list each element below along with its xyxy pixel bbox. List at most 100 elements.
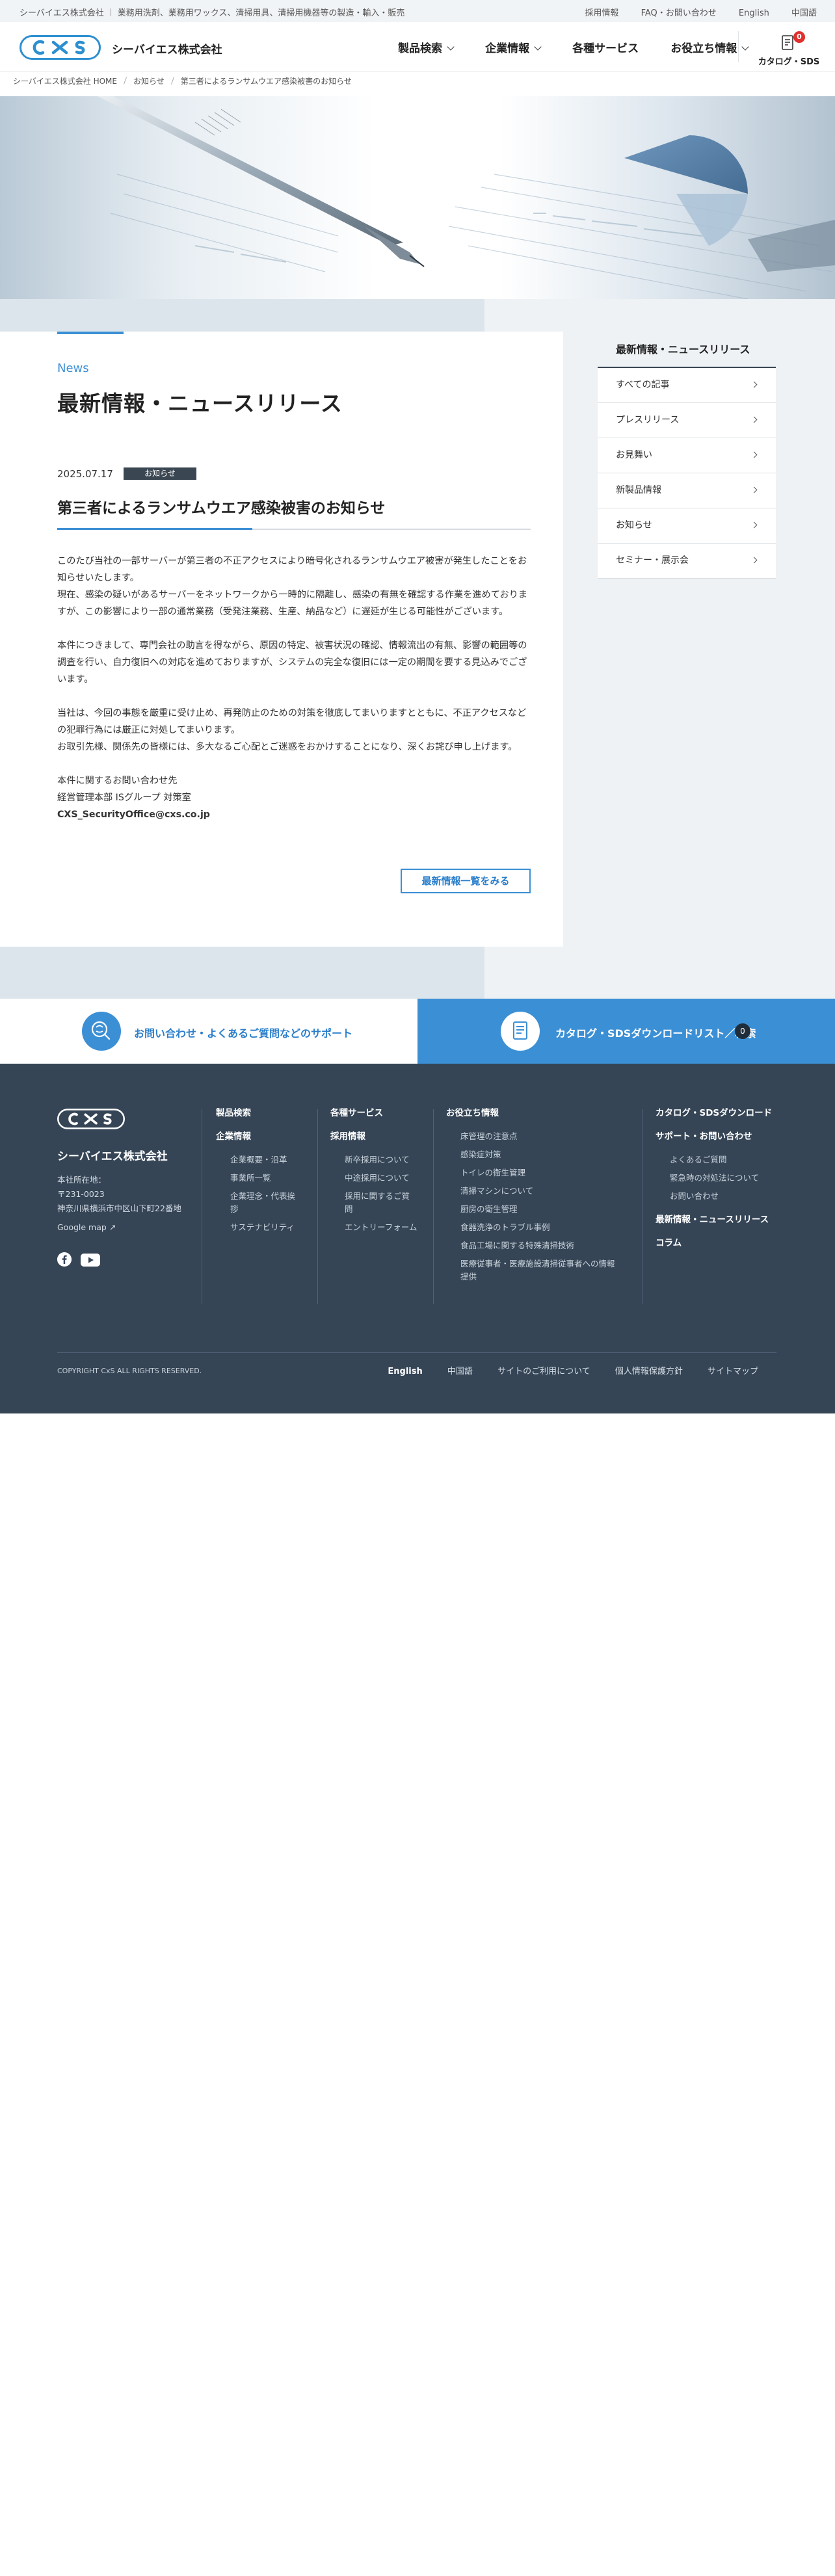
footer-link-sitemap[interactable]: サイトマップ xyxy=(708,1367,758,1376)
sidebar-item-press[interactable]: プレスリリース xyxy=(598,403,776,438)
catalog-download-link[interactable]: カタログ・SDSダウンロードリスト／検索 0 xyxy=(418,999,835,1064)
footer-sublink[interactable]: 感染症対策 xyxy=(446,1148,635,1161)
article-paragraph: お取引先様、関係先の皆様には、多大なるご心配とご迷惑をおかけすることになり、深く… xyxy=(57,742,518,752)
sidebar-item-label: セミナー・展示会 xyxy=(616,555,689,566)
support-label: お問い合わせ・よくあるご質問などのサポート xyxy=(134,1027,353,1040)
support-strip: お問い合わせ・よくあるご質問などのサポート カタログ・SDSダウンロードリスト／… xyxy=(0,999,835,1064)
breadcrumb-news[interactable]: お知らせ xyxy=(133,77,165,86)
nav-useful-info-label: お役立ち情報 xyxy=(670,42,737,55)
facebook-icon[interactable] xyxy=(57,1252,72,1267)
contact-email[interactable]: CXS_SecurityOffice@cxs.co.jp xyxy=(57,806,532,823)
footer-sublink[interactable]: 清掃マシンについて xyxy=(446,1185,635,1198)
breadcrumb-home[interactable]: シーバイエス株式会社 HOME xyxy=(13,77,117,86)
chevron-right-icon xyxy=(750,557,758,564)
footer-col-services: 各種サービス 採用情報 新卒採用について 中途採用について 採用に関するご質問 … xyxy=(330,1107,417,1239)
sidebar-item-label: プレスリリース xyxy=(616,415,680,425)
footer-link-services[interactable]: 各種サービス xyxy=(330,1107,417,1120)
google-map-label: Google map xyxy=(57,1222,107,1232)
footer-link-company[interactable]: 企業情報 xyxy=(216,1130,302,1143)
cxs-logo[interactable] xyxy=(20,35,101,60)
footer-link-english[interactable]: English xyxy=(388,1367,422,1376)
site-footer: シーバイエス株式会社 本社所在地： 〒231-0023 神奈川県横浜市中区山下町… xyxy=(0,1064,835,1413)
footer-sublink[interactable]: 緊急時の対処法について xyxy=(656,1172,761,1185)
footer-link-useful[interactable]: お役立ち情報 xyxy=(446,1107,635,1120)
utility-link-faq[interactable]: FAQ・お問い合わせ xyxy=(641,8,717,18)
chevron-right-icon xyxy=(750,381,758,388)
footer-col-products: 製品検索 企業情報 企業概要・沿革 事業所一覧 企業理念・代表挨拶 サステナビリ… xyxy=(216,1107,302,1239)
footer-sublink[interactable]: 厨房の衛生管理 xyxy=(446,1203,635,1216)
sidebar-item-seminars[interactable]: セミナー・展示会 xyxy=(598,544,776,579)
utility-link-english[interactable]: English xyxy=(739,8,769,18)
breadcrumb-separator xyxy=(123,77,127,85)
band-left xyxy=(0,299,484,332)
nav-services-label: 各種サービス xyxy=(572,42,639,55)
footer-cxs-logo[interactable] xyxy=(57,1108,125,1130)
footer-link-product-search[interactable]: 製品検索 xyxy=(216,1107,302,1120)
footer-divider xyxy=(317,1109,318,1304)
youtube-icon[interactable] xyxy=(81,1254,100,1267)
footer-link-catalog[interactable]: カタログ・SDSダウンロード xyxy=(656,1107,773,1120)
sidebar-item-label: お見舞い xyxy=(616,450,652,460)
utility-tagline: 業務用洗剤、業務用ワックス、清掃用具、清掃用機器等の製造・輸入・販売 xyxy=(117,8,405,18)
post-category-badge[interactable]: お知らせ xyxy=(124,467,196,480)
footer-sublink[interactable]: よくあるご質問 xyxy=(656,1153,773,1166)
sidebar-item-sympathy[interactable]: お見舞い xyxy=(598,438,776,473)
footer-sublink[interactable]: 中途採用について xyxy=(330,1172,417,1185)
footer-sublink[interactable]: 床管理の注意点 xyxy=(446,1130,635,1143)
footer-sublink[interactable]: 食品工場に関する特殊清掃技術 xyxy=(446,1239,635,1252)
footer-link-chinese[interactable]: 中国語 xyxy=(447,1367,473,1376)
band-bottom-left xyxy=(0,947,484,999)
nav-product-search[interactable]: 製品検索 xyxy=(398,39,455,55)
footer-sublink[interactable]: 企業概要・沿革 xyxy=(216,1153,302,1166)
section-eyebrow: News xyxy=(57,361,89,375)
footer-sublink[interactable]: 採用に関するご質問 xyxy=(330,1190,416,1216)
nav-useful-info[interactable]: お役立ち情報 xyxy=(670,39,749,55)
footer-sublink[interactable]: お問い合わせ xyxy=(656,1190,773,1203)
hero-image xyxy=(0,96,835,299)
catalog-document-icon xyxy=(501,1012,540,1051)
site-header: シーバイエス株式会社 製品検索 企業情報 各種サービス お役立ち情報 0 カタロ… xyxy=(0,22,835,72)
utility-left: シーバイエス株式会社 業務用洗剤、業務用ワックス、清掃用具、清掃用機器等の製造・輸… xyxy=(20,6,404,18)
footer-col-support: カタログ・SDSダウンロード サポート・お問い合わせ よくあるご質問 緊急時の対… xyxy=(656,1107,773,1260)
nav-divider xyxy=(738,31,739,62)
support-link[interactable]: お問い合わせ・よくあるご質問などのサポート xyxy=(0,999,418,1064)
footer-sublink[interactable]: 事業所一覧 xyxy=(216,1172,302,1185)
breadcrumb: シーバイエス株式会社 HOME お知らせ 第三者によるランサムウエア感染被害のお知ら… xyxy=(13,75,352,86)
footer-link-support[interactable]: サポート・お問い合わせ xyxy=(656,1130,773,1143)
chevron-down-icon xyxy=(447,43,455,51)
chevron-right-icon xyxy=(750,416,758,423)
contact-heading: 本件に関するお問い合わせ先 xyxy=(57,776,178,786)
chevron-down-icon xyxy=(534,43,542,51)
footer-link-column[interactable]: コラム xyxy=(656,1237,773,1250)
footer-sublink[interactable]: エントリーフォーム xyxy=(330,1221,417,1234)
footer-col-useful: お役立ち情報 床管理の注意点 感染症対策 トイレの衛生管理 清掃マシンについて … xyxy=(446,1107,635,1289)
nav-company-info-label: 企業情報 xyxy=(485,42,530,55)
footer-link-news[interactable]: 最新情報・ニュースリリース xyxy=(656,1213,773,1226)
sidebar-item-notices[interactable]: お知らせ xyxy=(598,508,776,544)
footer-sublink[interactable]: トイレの衛生管理 xyxy=(446,1166,635,1179)
sidebar-item-new-products[interactable]: 新製品情報 xyxy=(598,473,776,508)
nav-company-info[interactable]: 企業情報 xyxy=(485,39,542,55)
utility-link-chinese[interactable]: 中国語 xyxy=(791,8,817,18)
footer-link-terms[interactable]: サイトのご利用について xyxy=(497,1367,590,1376)
external-link-icon: ↗ xyxy=(109,1222,116,1232)
article-paragraph: 当社は、今回の事態を厳重に受け止め、再発防止のための対策を徹底してまいりますとと… xyxy=(57,708,527,735)
nav-services[interactable]: 各種サービス xyxy=(572,39,639,55)
catalog-download-count: 0 xyxy=(735,1023,750,1039)
catalog-sds-button[interactable]: 0 カタログ・SDS xyxy=(747,30,831,67)
footer-sublink[interactable]: 企業理念・代表挨拶 xyxy=(216,1190,302,1216)
footer-link-privacy[interactable]: 個人情報保護方針 xyxy=(615,1367,683,1376)
footer-rule xyxy=(57,1352,776,1353)
footer-link-recruit[interactable]: 採用情報 xyxy=(330,1130,417,1143)
footer-address-line: 神奈川県横浜市中区山下町22番地 xyxy=(57,1203,181,1213)
sidebar-item-all[interactable]: すべての記事 xyxy=(598,368,776,403)
footer-sublink[interactable]: 食器洗浄のトラブル事例 xyxy=(446,1221,635,1234)
footer-sublink[interactable]: 新卒採用について xyxy=(330,1153,417,1166)
article-paragraph: このたび当社の一部サーバーが第三者の不正アクセスにより暗号化されるランサムウエア… xyxy=(57,556,527,583)
footer-sublink[interactable]: サステナビリティ xyxy=(216,1221,302,1234)
news-list-button[interactable]: 最新情報一覧をみる xyxy=(401,869,531,893)
footer-sublink[interactable]: 医療従事者・医療施設清掃従事者への情報提供 xyxy=(446,1257,616,1283)
title-accent-line xyxy=(57,332,124,334)
utility-link-recruit[interactable]: 採用情報 xyxy=(585,8,618,18)
google-map-link[interactable]: Google map ↗ xyxy=(57,1222,116,1232)
